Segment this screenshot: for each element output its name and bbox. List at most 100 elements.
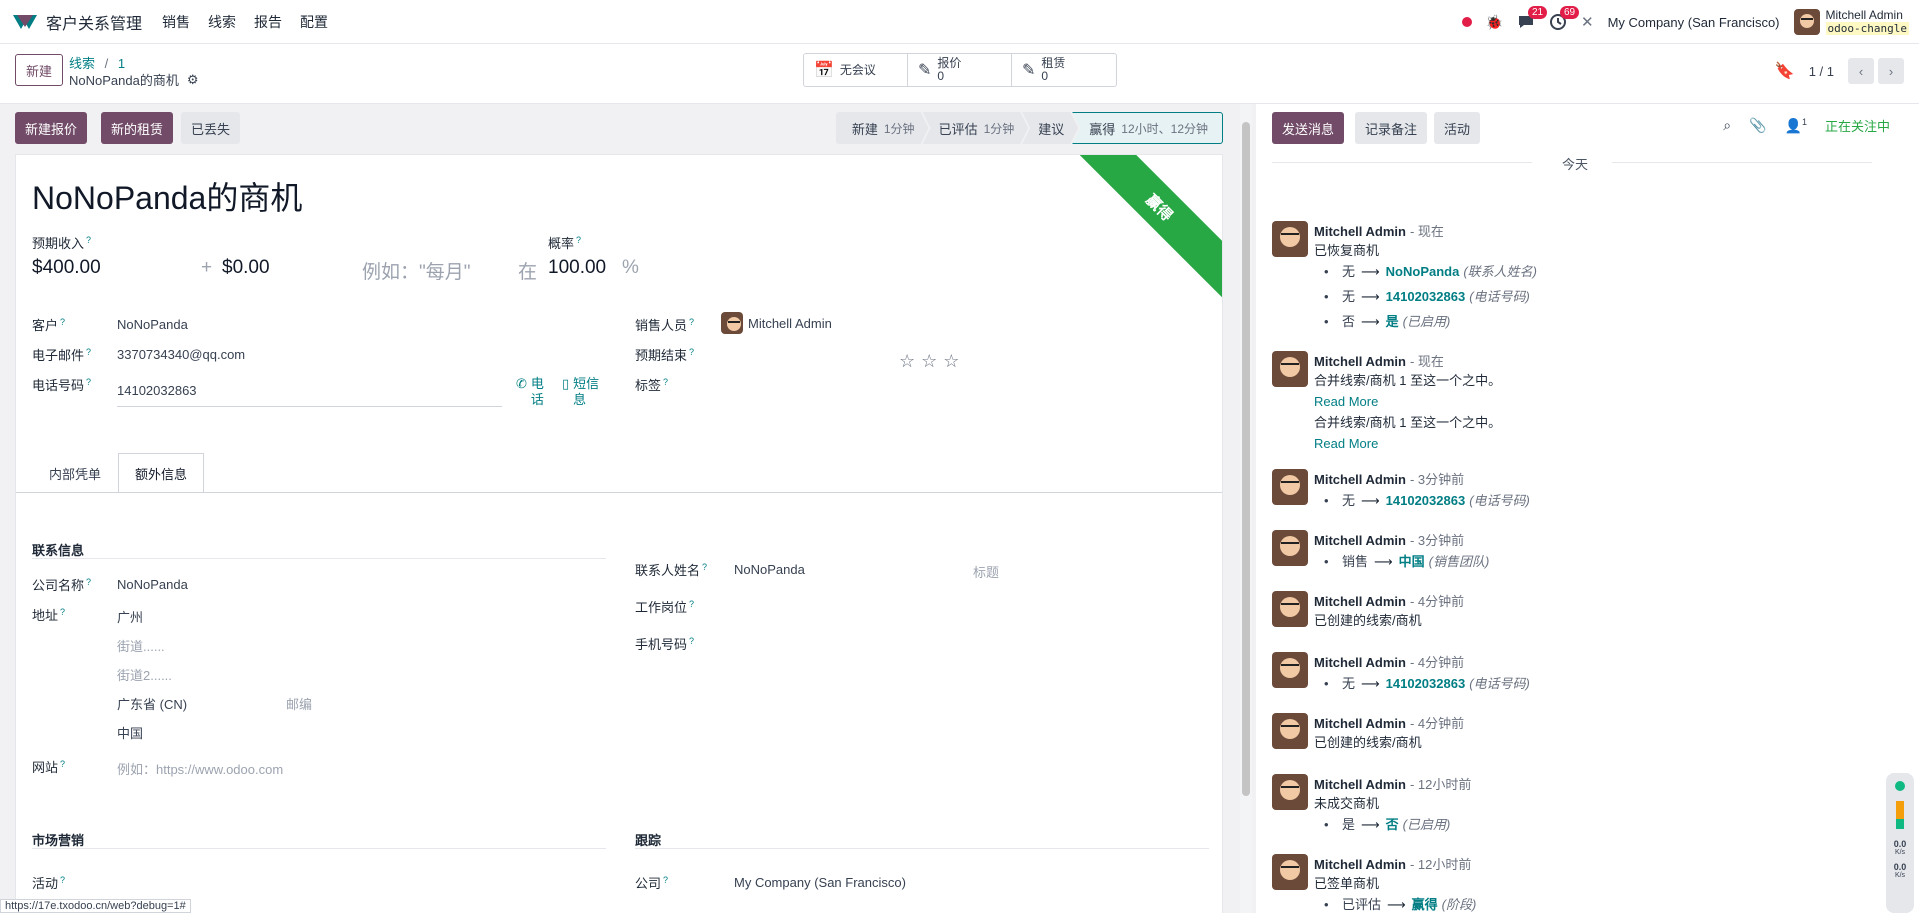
tracking-section: 跟踪 — [635, 833, 662, 848]
pager-next[interactable]: › — [1878, 58, 1904, 84]
send-message-button[interactable]: 发送消息 — [1272, 112, 1345, 144]
recurring-plan-input[interactable]: 例如："每月" — [362, 257, 471, 284]
log-note-button[interactable]: 记录备注 — [1355, 112, 1428, 144]
street-field[interactable]: 街道...... — [117, 636, 165, 655]
tab-extra-info[interactable]: 额外信息 — [118, 453, 205, 493]
job-position-label: 工作岗位? — [635, 598, 695, 615]
customer-label: 客户? — [32, 316, 66, 333]
control-panel: 新建 线索 / 1 NoNoPanda的商机 ⚙ 📅 无会议 ✎ 报价 0 ✎ 租… — [0, 44, 1919, 104]
phone-icon: ✆ — [516, 376, 527, 391]
pager-previous[interactable]: ‹ — [1848, 58, 1874, 84]
menu-config[interactable]: 配置 — [300, 12, 328, 32]
author-avatar[interactable] — [1272, 469, 1308, 505]
salesperson-field[interactable]: Mitchell Admin — [721, 312, 832, 334]
author-avatar[interactable] — [1272, 652, 1308, 688]
call-button[interactable]: ✆ 电话 — [516, 376, 545, 408]
at-label: 在 — [518, 262, 538, 283]
menu-sales[interactable]: 销售 — [162, 12, 190, 32]
menu-leads[interactable]: 线索 — [208, 12, 236, 32]
new-button[interactable]: 新建 — [15, 54, 64, 86]
pager-value[interactable]: 1 / 1 — [1809, 64, 1834, 79]
read-more-link[interactable]: Read More — [1314, 391, 1501, 412]
edit-icon: ✎ — [918, 61, 932, 79]
salesperson-label: 销售人员? — [635, 316, 695, 333]
author-avatar[interactable] — [1272, 530, 1308, 566]
breadcrumb-record-id[interactable]: 1 — [118, 56, 125, 71]
app-menu-icon[interactable] — [12, 12, 38, 32]
city-field[interactable]: 广州 — [117, 607, 143, 626]
opportunity-title[interactable]: NoNoPanda的商机 — [32, 173, 302, 219]
app-title[interactable]: 客户关系管理 — [46, 10, 142, 34]
user-avatar — [1793, 9, 1820, 35]
gear-icon[interactable]: ⚙ — [187, 72, 199, 88]
status-url-tooltip: https://17e.txodoo.cn/web?debug=1# — [0, 899, 191, 913]
pager: 🔖 1 / 1 ‹ › — [1775, 58, 1904, 84]
author-avatar[interactable] — [1272, 351, 1308, 387]
sms-button[interactable]: ▯ 短信息 — [562, 376, 601, 408]
zip-field[interactable]: 邮编 — [286, 694, 312, 713]
stage-won[interactable]: 赢得 12小时、12分钟 — [1072, 112, 1223, 144]
search-icon[interactable]: ⌕ — [1723, 117, 1731, 134]
quotations-button[interactable]: ✎ 报价 0 — [908, 54, 1012, 86]
network-speed-widget: 0.0 K/s 0.0 K/s — [1886, 773, 1914, 913]
meeting-button[interactable]: 📅 无会议 — [804, 54, 908, 86]
author-avatar[interactable] — [1272, 591, 1308, 627]
website-field[interactable]: 例如：https://www.odoo.com — [117, 759, 283, 778]
followers-icon[interactable]: 👤1 — [1785, 117, 1807, 135]
rentals-button[interactable]: ✎ 租赁 0 — [1012, 54, 1116, 86]
paperclip-icon[interactable]: 📎 — [1749, 117, 1766, 134]
tab-internal-notes[interactable]: 内部凭单 — [32, 453, 118, 493]
read-more-link[interactable]: Read More — [1314, 433, 1501, 454]
email-label: 电子邮件? — [32, 346, 92, 363]
address-label: 地址? — [32, 606, 66, 623]
email-field[interactable]: 3370734340@qq.com — [117, 347, 245, 362]
priority-stars[interactable]: ☆ ☆ ☆ — [899, 351, 959, 372]
stage-qualified[interactable]: 已评估 1分钟 — [923, 112, 1029, 144]
stage-new[interactable]: 新建 1分钟 — [836, 112, 929, 144]
bug-icon[interactable]: 🐞 — [1486, 14, 1503, 31]
won-ribbon: 赢得 — [1068, 155, 1222, 299]
smart-buttons: 📅 无会议 ✎ 报价 0 ✎ 租赁 0 — [803, 53, 1117, 87]
street2-field[interactable]: 街道2...... — [117, 665, 172, 684]
form-scrollbar[interactable] — [1240, 104, 1252, 913]
bookmark-icon[interactable]: 🔖 — [1775, 61, 1795, 81]
state-field[interactable]: 广东省 (CN) — [117, 694, 187, 713]
messages-icon[interactable]: 21 — [1517, 6, 1548, 31]
author-avatar[interactable] — [1272, 774, 1308, 810]
author-avatar[interactable] — [1272, 854, 1308, 890]
country-field[interactable]: 中国 — [117, 723, 143, 742]
mobile-label: 手机号码? — [635, 635, 695, 652]
stage-proposition[interactable]: 建议 — [1022, 112, 1078, 144]
company-switcher[interactable]: My Company (San Francisco) — [1608, 15, 1780, 30]
db-name: odoo-changle — [1825, 22, 1909, 35]
following-button[interactable]: 正在关注中 — [1825, 116, 1890, 135]
lost-button[interactable]: 已丢失 — [181, 112, 241, 144]
recording-icon[interactable] — [1461, 17, 1472, 27]
user-menu[interactable]: Mitchell Admin odoo-changle — [1793, 8, 1909, 35]
author-name[interactable]: Mitchell Admin — [1314, 224, 1406, 239]
user-name: Mitchell Admin — [1825, 8, 1903, 22]
expected-revenue-input[interactable]: $400.00 — [32, 257, 101, 279]
new-quotation-button[interactable]: 新建报价 — [15, 112, 88, 144]
activities-icon[interactable]: 69 — [1549, 6, 1580, 31]
customer-field[interactable]: NoNoPanda — [117, 317, 188, 332]
contact-info-section: 联系信息 — [32, 543, 85, 558]
new-rental-button[interactable]: 新的租赁 — [101, 112, 174, 144]
recurring-revenue-input[interactable]: $0.00 — [222, 257, 270, 279]
company-field[interactable]: My Company (San Francisco) — [734, 875, 906, 890]
messages-count: 21 — [1527, 6, 1548, 19]
tools-icon[interactable]: ✕ — [1581, 13, 1594, 31]
probability-input[interactable]: 100.00 — [548, 257, 606, 279]
activity-button[interactable]: 活动 — [1434, 112, 1481, 144]
phone-field[interactable]: 14102032863 — [117, 383, 197, 398]
contact-title-field[interactable]: 标题 — [973, 562, 999, 581]
star-icon: ☆ — [899, 351, 916, 371]
breadcrumb-leads[interactable]: 线索 — [69, 56, 95, 71]
menu-reports[interactable]: 报告 — [254, 12, 282, 32]
main-menu: 销售 线索 报告 配置 — [162, 12, 328, 32]
author-avatar[interactable] — [1272, 221, 1308, 257]
author-avatar[interactable] — [1272, 713, 1308, 749]
salesperson-avatar — [721, 312, 743, 334]
contact-name-field[interactable]: NoNoPanda — [734, 562, 805, 577]
company-name-field[interactable]: NoNoPanda — [117, 577, 188, 592]
